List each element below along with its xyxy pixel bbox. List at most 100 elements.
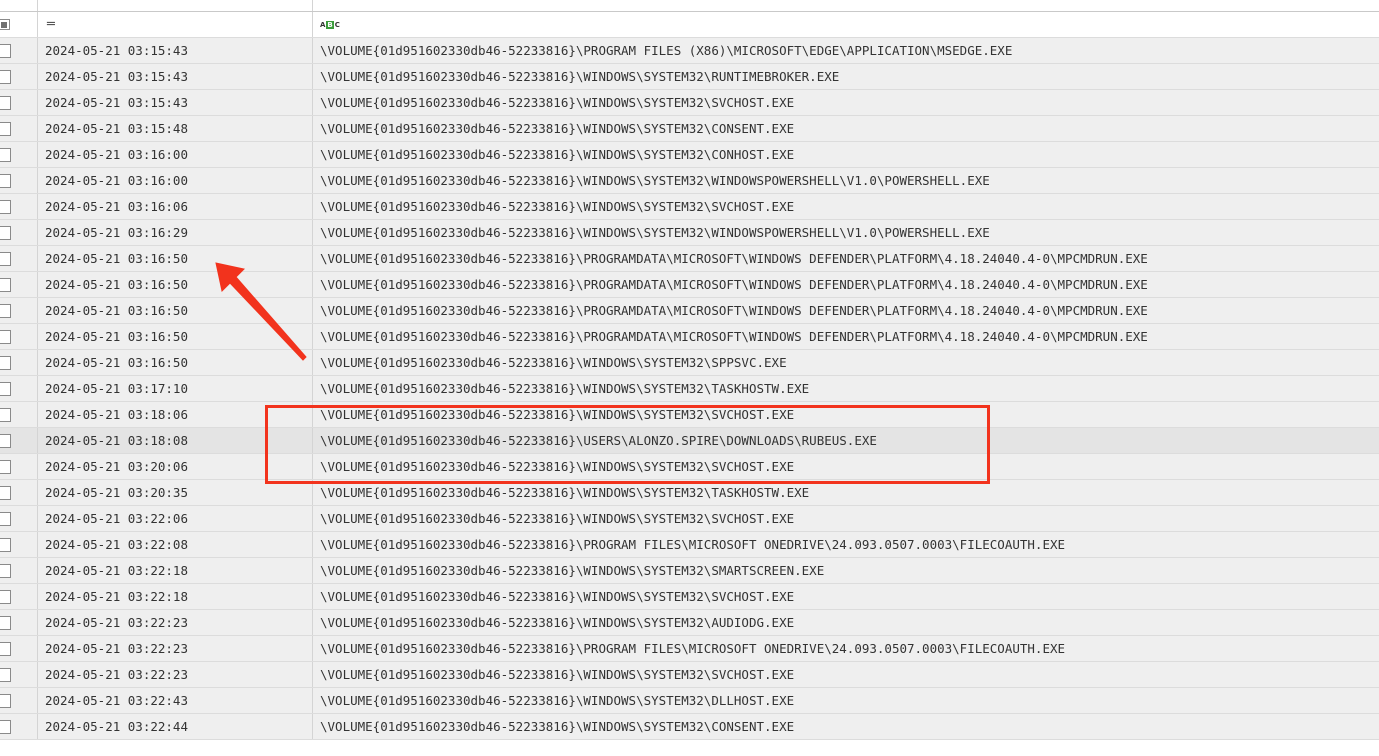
row-select-cell[interactable] xyxy=(0,662,38,687)
executable-name-cell[interactable]: \VOLUME{01d951602330db46-52233816}\WINDO… xyxy=(313,714,1379,739)
run-time-cell[interactable]: 2024-05-21 03:15:43 xyxy=(38,38,313,63)
executable-name-cell[interactable]: \VOLUME{01d951602330db46-52233816}\WINDO… xyxy=(313,584,1379,609)
row-select-cell[interactable] xyxy=(0,610,38,635)
row-select-cell[interactable] xyxy=(0,584,38,609)
executable-name-cell[interactable]: \VOLUME{01d951602330db46-52233816}\WINDO… xyxy=(313,662,1379,687)
row-checkbox[interactable] xyxy=(0,407,11,422)
table-row[interactable]: 2024-05-21 03:17:10 \VOLUME{01d951602330d… xyxy=(0,376,1379,402)
run-time-cell[interactable]: 2024-05-21 03:22:06 xyxy=(38,506,313,531)
executable-name-cell[interactable]: \VOLUME{01d951602330db46-52233816}\WINDO… xyxy=(313,376,1379,401)
row-checkbox[interactable] xyxy=(0,641,11,656)
table-row[interactable]: 2024-05-21 03:16:50 \VOLUME{01d951602330d… xyxy=(0,350,1379,376)
run-time-cell[interactable]: 2024-05-21 03:16:50 xyxy=(38,298,313,323)
executable-name-cell[interactable]: \VOLUME{01d951602330db46-52233816}\WINDO… xyxy=(313,506,1379,531)
row-select-cell[interactable] xyxy=(0,194,38,219)
row-checkbox[interactable] xyxy=(0,537,11,552)
row-select-cell[interactable] xyxy=(0,64,38,89)
run-time-cell[interactable]: 2024-05-21 03:22:23 xyxy=(38,610,313,635)
row-checkbox[interactable] xyxy=(0,277,11,292)
table-row[interactable]: 2024-05-21 03:22:44 \VOLUME{01d951602330d… xyxy=(0,714,1379,740)
table-row[interactable]: 2024-05-21 03:22:18 \VOLUME{01d951602330d… xyxy=(0,558,1379,584)
run-time-cell[interactable]: 2024-05-21 03:22:44 xyxy=(38,714,313,739)
row-checkbox[interactable] xyxy=(0,667,11,682)
executable-name-cell[interactable]: \VOLUME{01d951602330db46-52233816}\PROGR… xyxy=(313,272,1379,297)
executable-name-cell[interactable]: \VOLUME{01d951602330db46-52233816}\PROGR… xyxy=(313,298,1379,323)
row-checkbox[interactable] xyxy=(0,693,11,708)
executable-name-cell[interactable]: \VOLUME{01d951602330db46-52233816}\PROGR… xyxy=(313,636,1379,661)
row-checkbox[interactable] xyxy=(0,485,11,500)
row-select-cell[interactable] xyxy=(0,636,38,661)
row-checkbox[interactable] xyxy=(0,225,11,240)
row-checkbox[interactable] xyxy=(0,121,11,136)
abc-text-filter-icon[interactable]: ABC xyxy=(320,20,340,29)
filter-name-cell[interactable]: ABC xyxy=(313,12,1379,37)
table-row[interactable]: 2024-05-21 03:16:06 \VOLUME{01d951602330d… xyxy=(0,194,1379,220)
table-row[interactable]: 2024-05-21 03:22:08 \VOLUME{01d951602330d… xyxy=(0,532,1379,558)
table-row[interactable]: 2024-05-21 03:15:43 \VOLUME{01d951602330d… xyxy=(0,90,1379,116)
table-row[interactable]: 2024-05-21 03:22:23 \VOLUME{01d951602330d… xyxy=(0,662,1379,688)
row-checkbox[interactable] xyxy=(0,173,11,188)
row-select-cell[interactable] xyxy=(0,298,38,323)
row-checkbox[interactable] xyxy=(0,147,11,162)
run-time-cell[interactable]: 2024-05-21 03:16:50 xyxy=(38,324,313,349)
table-row[interactable]: 2024-05-21 03:16:50 \VOLUME{01d951602330d… xyxy=(0,298,1379,324)
row-checkbox[interactable] xyxy=(0,303,11,318)
row-checkbox[interactable] xyxy=(0,43,11,58)
run-time-cell[interactable]: 2024-05-21 03:18:06 xyxy=(38,402,313,427)
row-select-cell[interactable] xyxy=(0,480,38,505)
table-row[interactable]: 2024-05-21 03:18:08 \VOLUME{01d951602330d… xyxy=(0,428,1379,454)
run-time-cell[interactable]: 2024-05-21 03:16:00 xyxy=(38,142,313,167)
row-checkbox[interactable] xyxy=(0,95,11,110)
table-row[interactable]: 2024-05-21 03:15:48 \VOLUME{01d951602330d… xyxy=(0,116,1379,142)
table-row[interactable]: 2024-05-21 03:15:43 \VOLUME{01d951602330d… xyxy=(0,64,1379,90)
row-checkbox[interactable] xyxy=(0,329,11,344)
table-row[interactable]: 2024-05-21 03:20:35 \VOLUME{01d951602330d… xyxy=(0,480,1379,506)
run-time-cell[interactable]: 2024-05-21 03:22:43 xyxy=(38,688,313,713)
executable-name-cell[interactable]: \VOLUME{01d951602330db46-52233816}\PROGR… xyxy=(313,532,1379,557)
table-row[interactable]: 2024-05-21 03:16:00 \VOLUME{01d951602330d… xyxy=(0,142,1379,168)
row-select-cell[interactable] xyxy=(0,454,38,479)
row-select-cell[interactable] xyxy=(0,428,38,453)
table-row[interactable]: 2024-05-21 03:16:50 \VOLUME{01d951602330d… xyxy=(0,246,1379,272)
executable-name-cell[interactable]: \VOLUME{01d951602330db46-52233816}\WINDO… xyxy=(313,558,1379,583)
executable-name-cell[interactable]: \VOLUME{01d951602330db46-52233816}\WINDO… xyxy=(313,64,1379,89)
executable-name-cell[interactable]: \VOLUME{01d951602330db46-52233816}\WINDO… xyxy=(313,90,1379,115)
row-checkbox[interactable] xyxy=(0,199,11,214)
run-time-cell[interactable]: 2024-05-21 03:15:43 xyxy=(38,64,313,89)
row-select-cell[interactable] xyxy=(0,532,38,557)
executable-name-cell[interactable]: \VOLUME{01d951602330db46-52233816}\PROGR… xyxy=(313,324,1379,349)
executable-name-cell[interactable]: \VOLUME{01d951602330db46-52233816}\WINDO… xyxy=(313,142,1379,167)
executable-name-cell[interactable]: \VOLUME{01d951602330db46-52233816}\WINDO… xyxy=(313,350,1379,375)
table-row[interactable]: 2024-05-21 03:22:06 \VOLUME{01d951602330d… xyxy=(0,506,1379,532)
executable-name-cell[interactable]: \VOLUME{01d951602330db46-52233816}\PROGR… xyxy=(313,246,1379,271)
run-time-cell[interactable]: 2024-05-21 03:16:50 xyxy=(38,350,313,375)
executable-name-cell[interactable]: \VOLUME{01d951602330db46-52233816}\USERS… xyxy=(313,428,1379,453)
run-time-cell[interactable]: 2024-05-21 03:15:48 xyxy=(38,116,313,141)
executable-name-cell[interactable]: \VOLUME{01d951602330db46-52233816}\WINDO… xyxy=(313,116,1379,141)
executable-name-cell[interactable]: \VOLUME{01d951602330db46-52233816}\WINDO… xyxy=(313,688,1379,713)
filter-time-cell[interactable]: ═ xyxy=(38,12,313,37)
row-checkbox[interactable] xyxy=(0,433,11,448)
row-select-cell[interactable] xyxy=(0,688,38,713)
row-select-cell[interactable] xyxy=(0,558,38,583)
row-checkbox[interactable] xyxy=(0,563,11,578)
row-select-cell[interactable] xyxy=(0,714,38,739)
run-time-cell[interactable]: 2024-05-21 03:16:06 xyxy=(38,194,313,219)
run-time-cell[interactable]: 2024-05-21 03:22:23 xyxy=(38,636,313,661)
executable-name-cell[interactable]: \VOLUME{01d951602330db46-52233816}\WINDO… xyxy=(313,220,1379,245)
executable-name-cell[interactable]: \VOLUME{01d951602330db46-52233816}\WINDO… xyxy=(313,610,1379,635)
row-checkbox[interactable] xyxy=(0,589,11,604)
row-select-cell[interactable] xyxy=(0,116,38,141)
table-row[interactable]: 2024-05-21 03:16:50 \VOLUME{01d951602330d… xyxy=(0,324,1379,350)
executable-name-cell[interactable]: \VOLUME{01d951602330db46-52233816}\WINDO… xyxy=(313,454,1379,479)
equals-icon[interactable]: ═ xyxy=(47,17,55,32)
table-row[interactable]: 2024-05-21 03:16:29 \VOLUME{01d951602330d… xyxy=(0,220,1379,246)
run-time-cell[interactable]: 2024-05-21 03:22:08 xyxy=(38,532,313,557)
row-select-cell[interactable] xyxy=(0,220,38,245)
row-checkbox[interactable] xyxy=(0,355,11,370)
executable-name-cell[interactable]: \VOLUME{01d951602330db46-52233816}\WINDO… xyxy=(313,168,1379,193)
row-select-cell[interactable] xyxy=(0,246,38,271)
table-row[interactable]: 2024-05-21 03:20:06 \VOLUME{01d951602330d… xyxy=(0,454,1379,480)
run-time-cell[interactable]: 2024-05-21 03:18:08 xyxy=(38,428,313,453)
row-checkbox[interactable] xyxy=(0,511,11,526)
